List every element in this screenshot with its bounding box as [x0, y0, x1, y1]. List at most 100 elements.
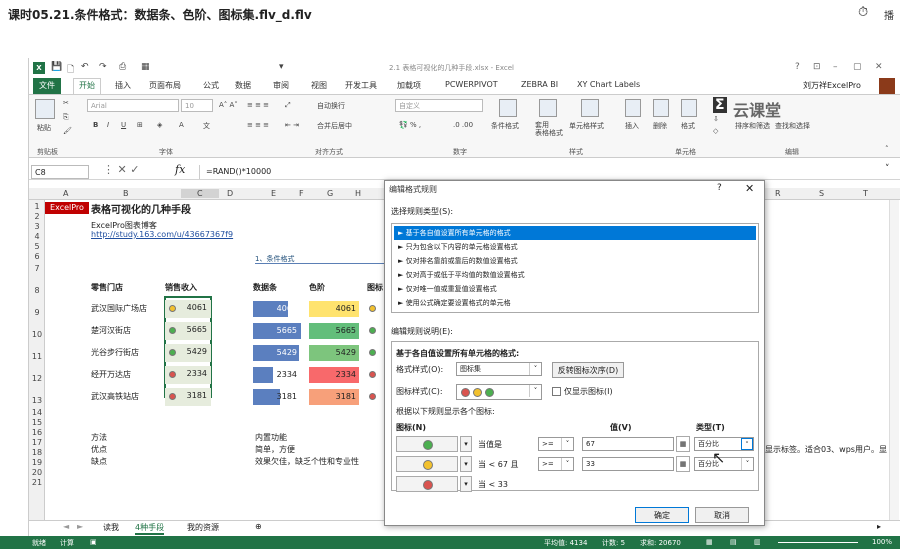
row-header[interactable]: 4 [29, 232, 45, 241]
add-sheet-icon[interactable]: ⊕ [255, 522, 262, 531]
border-icon[interactable]: ⊞ [137, 121, 143, 129]
colorscale-cell[interactable]: 3181 [309, 389, 359, 405]
row-header[interactable]: 11 [29, 352, 45, 361]
orientation-icon[interactable]: ⤢ [285, 101, 291, 110]
column-t[interactable]: T [863, 189, 868, 198]
range-picker-icon[interactable]: ▦ [676, 456, 690, 472]
row-header[interactable]: 19 [29, 458, 45, 467]
new-doc-icon[interactable]: 🗋 [67, 62, 74, 78]
insert-cells-icon[interactable] [625, 99, 641, 117]
store-name[interactable]: 武汉高铁站店 [91, 391, 139, 402]
tab-review[interactable]: 审阅 [273, 80, 289, 91]
table-format-icon[interactable] [539, 99, 557, 117]
store-name[interactable]: 武汉国际广场店 [91, 303, 147, 314]
italic-icon[interactable]: I [107, 121, 109, 129]
dialog-close-button[interactable]: ✕ [745, 182, 754, 195]
tab-powerpivot[interactable]: PCWERPIVOT [445, 80, 498, 89]
formula-expand-icon[interactable]: ˅ [885, 164, 890, 174]
tab-addins[interactable]: 加载项 [397, 80, 421, 91]
scrollbar-vertical[interactable] [889, 200, 899, 520]
column-e[interactable]: E [271, 189, 276, 198]
row-header[interactable]: 12 [29, 374, 45, 383]
cut-icon[interactable]: ✂ [63, 99, 69, 107]
sales-cell[interactable]: 2334 [165, 366, 211, 384]
delete-cells-icon[interactable] [653, 99, 669, 117]
table-format-button[interactable]: 套用 表格格式 [535, 121, 563, 137]
zoom-level[interactable]: 100% [872, 538, 892, 546]
qat-more-icon[interactable]: ▦ [141, 62, 150, 72]
cancel-button[interactable]: 取消 [695, 507, 749, 523]
row-header[interactable]: 9 [29, 308, 45, 317]
clear-icon[interactable]: ◇ [713, 127, 718, 135]
databar-cell[interactable]: 4061 [253, 301, 301, 317]
colorscale-cell[interactable]: 5429 [309, 345, 359, 361]
undo-icon[interactable]: ↶ [81, 62, 89, 72]
tab-zebra-bi[interactable]: ZEBRA BI [521, 80, 558, 89]
row-header[interactable]: 6 [29, 252, 45, 261]
rule-type-item[interactable]: ► 使用公式确定要设置格式的单元格 [394, 296, 756, 310]
row-header[interactable]: 8 [29, 286, 45, 295]
tab-insert[interactable]: 插入 [115, 80, 131, 91]
column-s[interactable]: S [819, 189, 824, 198]
insert-function-icon[interactable]: fx [175, 163, 185, 176]
sheet-prev-icon[interactable]: ◄ [63, 522, 69, 531]
sales-cell[interactable]: 5665 [165, 322, 211, 340]
bold-icon[interactable]: B [93, 121, 98, 129]
sales-cell[interactable]: 3181 [165, 388, 211, 406]
page-layout-view-icon[interactable]: ▤ [730, 538, 737, 546]
rule-icon-dropdown[interactable]: ▾ [460, 476, 472, 492]
row-header[interactable]: 21 [29, 478, 45, 487]
column-b[interactable]: B [123, 189, 129, 198]
rule-operator-select[interactable]: >= ˅ [538, 437, 574, 451]
cell-style-icon[interactable] [581, 99, 599, 117]
databar-cell[interactable]: 5429 [253, 345, 301, 361]
zoom-slider[interactable] [778, 542, 858, 543]
column-c[interactable]: C [181, 189, 219, 198]
tab-xy-chart-labels[interactable]: XY Chart Labels [577, 80, 640, 89]
redo-icon[interactable]: ↷ [99, 62, 107, 72]
rule-icon-select[interactable] [396, 476, 458, 492]
underline-icon[interactable]: U [121, 121, 126, 129]
reverse-icon-order-button[interactable]: 反转图标次序(D) [552, 362, 624, 378]
formula-input[interactable]: =RAND()*10000 [199, 165, 389, 179]
rule-type-item[interactable]: ► 仅对排名靠前或靠后的数值设置格式 [394, 254, 756, 268]
sheet-next-icon[interactable]: ► [77, 522, 83, 531]
row-header[interactable]: 16 [29, 428, 45, 437]
format-painter-icon[interactable]: 🖌 [63, 127, 72, 135]
rule-type-item[interactable]: ► 仅对唯一值或重复值设置格式 [394, 282, 756, 296]
rule-icon-select[interactable] [396, 436, 458, 452]
formula-cancel-icon[interactable]: ⋮ ✕ ✓ [103, 163, 139, 176]
tab-home[interactable]: 开始 [73, 78, 101, 94]
tab-developer[interactable]: 开发工具 [345, 80, 377, 91]
copy-icon[interactable]: ⎘ [63, 113, 69, 122]
sheet-tab-readme[interactable]: 读我 [103, 522, 119, 533]
column-a[interactable]: A [63, 189, 68, 198]
databar-cell[interactable]: 2334 [253, 367, 301, 383]
tab-page-layout[interactable]: 页面布局 [149, 80, 181, 91]
indent-icon[interactable]: ⇤ ⇥ [285, 121, 299, 129]
avatar[interactable] [879, 78, 895, 94]
column-h[interactable]: H [355, 189, 361, 198]
format-style-select[interactable]: 图标集 ˅ [456, 362, 542, 376]
row-header[interactable]: 10 [29, 330, 45, 339]
row-header[interactable]: 1 [29, 202, 45, 211]
row-header[interactable]: 2 [29, 212, 45, 221]
merge-center-button[interactable]: 合并后居中 [317, 121, 352, 131]
maximize-button[interactable]: ▢ [853, 62, 862, 72]
play-label[interactable]: 播 [884, 7, 894, 22]
collapse-ribbon-icon[interactable]: ˄ [885, 145, 889, 153]
row-header[interactable]: 5 [29, 242, 45, 251]
databar-cell[interactable]: 3181 [253, 389, 301, 405]
qat-customize-icon[interactable]: ▾ [279, 62, 284, 72]
currency-icon[interactable]: 💱 % , [399, 121, 421, 129]
fill-icon[interactable]: ⇩ [713, 115, 719, 123]
tab-data[interactable]: 数据 [235, 80, 251, 91]
find-select-button[interactable]: 查找和选择 [775, 121, 810, 131]
store-name[interactable]: 光谷步行街店 [91, 347, 139, 358]
rule-icon-select[interactable] [396, 456, 458, 472]
phonetic-icon[interactable]: 文 [203, 121, 210, 131]
ribbon-display-icon[interactable]: ⊡ [813, 62, 821, 72]
row-header[interactable]: 18 [29, 448, 45, 457]
show-icon-only-checkbox[interactable] [552, 387, 561, 396]
save-icon[interactable]: 💾 [51, 62, 62, 72]
